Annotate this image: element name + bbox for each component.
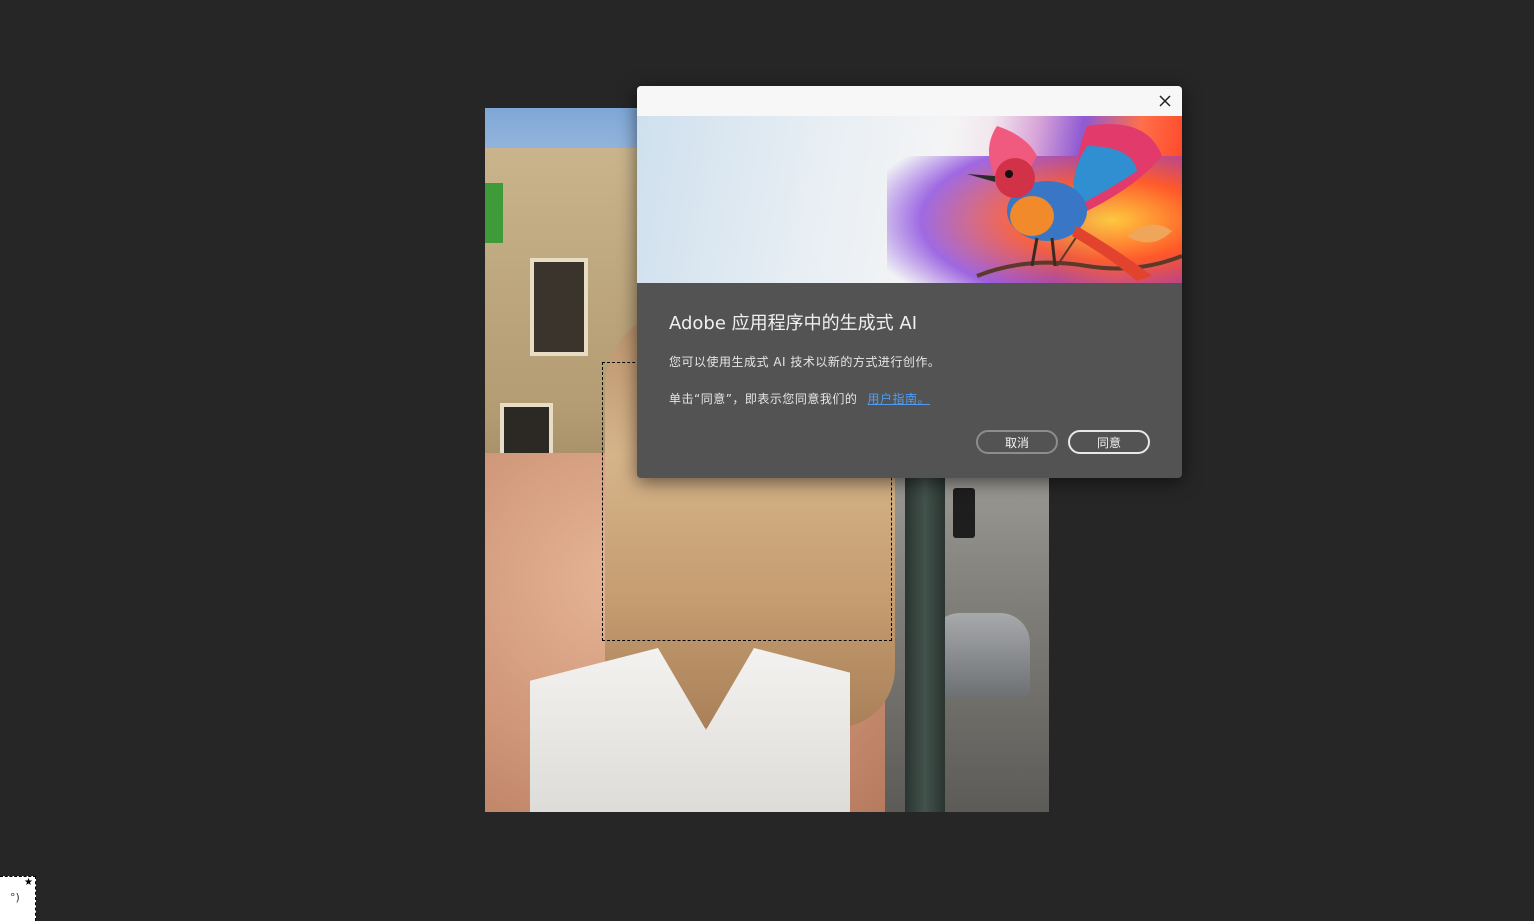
hero-banner: [637, 116, 1182, 283]
generative-ai-dialog: Adobe 应用程序中的生成式 AI 您可以使用生成式 AI 技术以新的方式进行…: [637, 86, 1182, 478]
photo-green-sign: [485, 183, 503, 243]
dialog-title: Adobe 应用程序中的生成式 AI: [669, 313, 918, 334]
user-guide-link[interactable]: 用户指南。: [867, 392, 930, 406]
photo-car: [930, 613, 1030, 698]
photo-traffic-light: [953, 488, 975, 538]
close-icon: [1159, 95, 1171, 107]
dialog-titlebar[interactable]: [637, 86, 1182, 116]
photo-window: [530, 258, 588, 356]
swirl-icon: °): [10, 891, 20, 904]
photo-pole: [905, 478, 945, 812]
cancel-button[interactable]: 取消: [976, 430, 1058, 454]
navigator-thumbnail[interactable]: ★ °): [0, 876, 36, 921]
terms-prefix: 单击“同意”，即表示您同意我们的: [669, 392, 858, 406]
dialog-description: 您可以使用生成式 AI 技术以新的方式进行创作。: [669, 355, 941, 369]
bird-illustration: [967, 124, 1182, 281]
star-icon: ★: [24, 877, 33, 888]
close-button[interactable]: [1156, 92, 1174, 110]
agree-button[interactable]: 同意: [1068, 430, 1150, 454]
dialog-terms: 单击“同意”，即表示您同意我们的 用户指南。: [669, 390, 930, 407]
dialog-body: Adobe 应用程序中的生成式 AI 您可以使用生成式 AI 技术以新的方式进行…: [669, 283, 1152, 478]
